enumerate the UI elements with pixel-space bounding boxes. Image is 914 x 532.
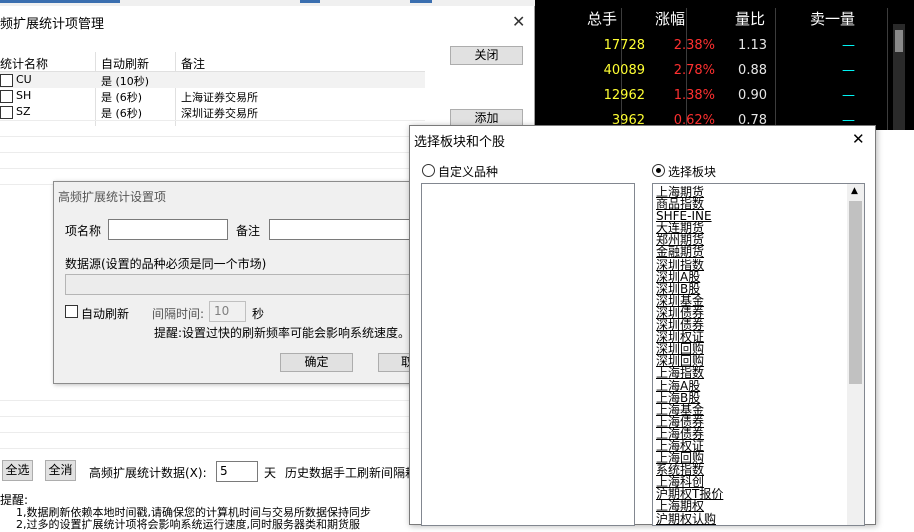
plate-list-item[interactable]: 上海期权 <box>656 500 846 512</box>
item-name-label: 项名称 <box>65 224 102 238</box>
row-checkbox[interactable] <box>0 74 13 87</box>
change-cell: 1.38% <box>673 88 715 103</box>
quote-row[interactable]: 12962 1.38% 0.90 — <box>535 85 914 109</box>
interval-unit: 秒 <box>252 307 265 321</box>
ok-button[interactable]: 确定 <box>280 353 353 372</box>
volume-cell: 40089 <box>603 63 645 78</box>
table-row[interactable]: SH 是 (6秒) 上海证券交易所 <box>0 88 425 104</box>
top-strip-block <box>300 0 320 3</box>
history-interval-label: 历史数据手工刷新间隔耗 <box>285 466 418 480</box>
window-title: 频扩展统计项管理 <box>0 17 105 32</box>
volume-cell: 17728 <box>603 38 645 53</box>
plate-list-item[interactable]: 上海B股 <box>656 392 846 404</box>
ask-cell: — <box>842 88 855 103</box>
grid-line <box>0 416 425 417</box>
close-icon[interactable]: ✕ <box>512 12 525 31</box>
ratio-cell: 0.90 <box>738 88 767 103</box>
plate-list-item[interactable]: 上海基金 <box>656 404 846 416</box>
top-strip-block <box>0 0 120 3</box>
plate-list-item[interactable]: 沪期权认购 <box>656 512 846 525</box>
ask-cell: — <box>842 38 855 53</box>
bottom-bar: 全选 全消 高频扩展统计数据(X): 5 天 历史数据手工刷新间隔耗 提醒: 1… <box>0 458 417 531</box>
data-days-input[interactable]: 5 <box>216 461 258 482</box>
dialog-title: 高频扩展统计设置项 <box>58 190 167 204</box>
plate-list-scrollbar-thumb[interactable] <box>849 201 862 384</box>
clear-all-button[interactable]: 全消 <box>45 460 76 481</box>
auto-refresh-label[interactable]: 自动刷新 <box>81 305 129 322</box>
grid-line <box>0 136 425 137</box>
plate-list-items: 上海期货 商品指数 SHFE-INE 大连期货 郑州期货 金融期货 深圳指数 深圳A股 深圳B股… <box>656 186 846 525</box>
ask-cell: — <box>842 63 855 78</box>
custom-option-label[interactable]: 自定义品种 <box>438 163 498 180</box>
grid-line <box>0 400 425 401</box>
header-ask-volume[interactable]: 卖一量 <box>810 8 855 29</box>
ratio-cell: 0.88 <box>738 63 767 78</box>
select-all-button[interactable]: 全选 <box>2 460 33 481</box>
note-label: 备注 <box>236 224 261 238</box>
volume-cell: 12962 <box>603 88 645 103</box>
source-input[interactable] <box>65 274 416 295</box>
plate-list-item[interactable]: 金融期货 <box>656 246 846 258</box>
plate-list-item[interactable]: 深圳指数 <box>656 259 846 271</box>
data-days-unit: 天 <box>264 466 277 480</box>
grid-line <box>0 168 425 169</box>
row-name: SZ <box>16 105 31 118</box>
close-button[interactable]: 关闭 <box>450 46 523 65</box>
note-input[interactable] <box>269 219 416 240</box>
plate-list[interactable]: 上海期货 商品指数 SHFE-INE 大连期货 郑州期货 金融期货 深圳指数 深圳A股 深圳B股… <box>652 183 865 526</box>
change-cell: 2.38% <box>673 38 715 53</box>
plate-list-item[interactable]: 上海指数 <box>656 367 846 379</box>
quote-row[interactable]: 40089 2.78% 0.88 — <box>535 60 914 84</box>
row-note: 深圳证券交易所 <box>181 107 258 120</box>
quote-board: 总手 涨幅 量比 卖一量 17728 2.38% 1.13 — 40089 2.… <box>535 0 914 130</box>
select-plate-dialog: 选择板块和个股 ✕ 自定义品种 选择板块 上海期货 商品指数 SHFE-INE 大连期… <box>409 125 876 526</box>
row-refresh: 是 (6秒) <box>101 107 143 120</box>
item-name-input[interactable] <box>108 219 228 240</box>
plate-radio[interactable] <box>652 164 665 177</box>
grid-line <box>0 448 425 449</box>
row-checkbox[interactable] <box>0 106 13 119</box>
table-row[interactable]: CU 是 (10秒) <box>0 72 425 88</box>
quote-row[interactable]: 17728 2.38% 1.13 — <box>535 35 914 59</box>
row-refresh: 是 (6秒) <box>101 91 143 104</box>
source-label: 数据源(设置的品种必须是同一个市场) <box>65 257 267 271</box>
grid-line <box>0 432 425 433</box>
row-name: CU <box>16 73 32 86</box>
quote-header: 总手 涨幅 量比 卖一量 <box>535 8 914 34</box>
quote-scrollbar-thumb[interactable] <box>895 30 903 52</box>
row-checkbox[interactable] <box>0 90 13 103</box>
dialog-title: 选择板块和个股 <box>414 135 506 150</box>
grid-header: 统计名称 自动刷新 备注 <box>0 52 425 72</box>
header-ratio[interactable]: 量比 <box>735 8 765 29</box>
column-header-note[interactable]: 备注 <box>181 55 205 72</box>
auto-refresh-checkbox[interactable] <box>65 305 78 318</box>
close-icon[interactable]: ✕ <box>852 130 865 148</box>
data-days-label: 高频扩展统计数据(X): <box>89 466 207 480</box>
column-header-name[interactable]: 统计名称 <box>0 55 48 72</box>
tip-line: 2,过多的设置扩展统计项将会影响系统运行速度,同时服务器类和期货服 <box>16 518 360 531</box>
plate-list-item[interactable]: 上海A股 <box>656 379 846 392</box>
header-change[interactable]: 涨幅 <box>655 8 685 29</box>
grid-line <box>0 120 425 121</box>
custom-list[interactable] <box>421 183 635 526</box>
plate-list-item[interactable]: 深圳A股 <box>656 271 846 283</box>
row-note: 上海证券交易所 <box>181 91 258 104</box>
interval-label: 间隔时间: <box>152 307 205 321</box>
custom-radio[interactable] <box>422 164 435 177</box>
row-name: SH <box>16 89 32 102</box>
stats-setting-dialog: 高频扩展统计设置项 项名称 备注 数据源(设置的品种必须是同一个市场) 自动刷新… <box>53 181 416 384</box>
plate-option-label[interactable]: 选择板块 <box>668 163 716 180</box>
ratio-cell: 1.13 <box>738 38 767 53</box>
top-strip-block <box>410 0 432 3</box>
header-volume[interactable]: 总手 <box>587 8 617 29</box>
row-refresh: 是 (10秒) <box>101 75 150 88</box>
table-row[interactable]: SZ 是 (6秒) 深圳证券交易所 <box>0 104 425 120</box>
change-cell: 2.78% <box>673 63 715 78</box>
column-header-refresh[interactable]: 自动刷新 <box>101 55 149 72</box>
scroll-up-icon[interactable]: ▲ <box>851 186 858 196</box>
setting-tip: 提醒:设置过快的刷新频率可能会影响系统速度。 <box>154 326 411 340</box>
grid-line <box>0 152 425 153</box>
interval-input[interactable]: 10 <box>209 301 246 322</box>
